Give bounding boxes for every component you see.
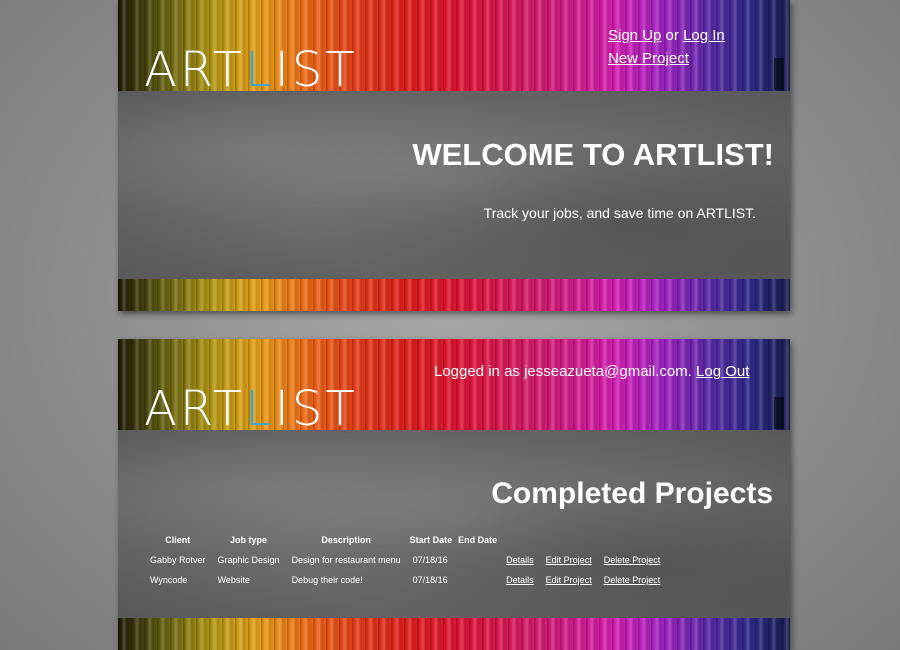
logo-text-start: ART <box>144 381 246 437</box>
projects-screen: ARTLIST Logged in as jesseazueta@gmail.c… <box>118 339 790 650</box>
logo-text-end: IST <box>274 42 358 98</box>
cell-client: Wyncode <box>150 575 188 585</box>
table-header-row: Client Job type Description Start Date E… <box>144 535 666 551</box>
logged-in-text: Logged in as jesseazueta@gmail.com. <box>434 363 692 380</box>
artlist-logo[interactable]: ARTLIST <box>144 46 358 94</box>
cell-client: Gabby Rotver <box>150 555 206 565</box>
cell-job-type: Website <box>217 575 250 585</box>
logout-link[interactable]: Log Out <box>696 363 749 380</box>
column-header-start-date: Start Date <box>409 535 453 545</box>
cell-end-date <box>455 551 500 571</box>
edit-project-link[interactable]: Edit Project <box>546 575 592 585</box>
login-link[interactable]: Log In <box>683 27 725 44</box>
banner-credit-tag <box>774 397 784 429</box>
footer-banner <box>118 618 790 650</box>
page-title: Completed Projects <box>491 477 773 510</box>
column-header-description: Description <box>321 535 371 545</box>
details-link[interactable]: Details <box>506 575 534 585</box>
column-header-client: Client <box>165 535 191 545</box>
delete-project-link[interactable]: Delete Project <box>604 575 661 585</box>
new-project-link[interactable]: New Project <box>608 50 689 67</box>
projects-table: Client Job type Description Start Date E… <box>144 535 666 591</box>
guest-nav: Sign Up or Log In New Project <box>608 24 725 70</box>
cell-end-date <box>455 571 500 591</box>
edit-project-link[interactable]: Edit Project <box>546 555 592 565</box>
welcome-heading: WELCOME TO ARTLIST! <box>412 137 774 172</box>
column-header-end-date: End Date <box>458 535 498 545</box>
cell-start-date: 07/18/16 <box>412 555 448 565</box>
table-row: Gabby Rotver Graphic Design Design for r… <box>144 551 666 571</box>
logo-accent-letter: L <box>245 42 275 98</box>
cell-description: Design for restaurant menu <box>291 555 401 565</box>
logo-accent-letter: L <box>245 381 275 437</box>
landing-screen: ARTLIST Sign Up or Log In New Project WE… <box>118 0 790 311</box>
logo-text-start: ART <box>144 42 246 98</box>
cell-start-date: 07/18/16 <box>412 575 448 585</box>
delete-project-link[interactable]: Delete Project <box>604 555 661 565</box>
user-nav: Logged in as jesseazueta@gmail.com. Log … <box>434 363 749 380</box>
column-header-job-type: Job type <box>230 535 268 545</box>
footer-banner <box>118 279 790 311</box>
cell-description: Debug their code! <box>291 575 363 585</box>
welcome-subtitle: Track your jobs, and save time on ARTLIS… <box>483 205 756 221</box>
details-link[interactable]: Details <box>506 555 534 565</box>
logo-text-end: IST <box>274 381 358 437</box>
banner-credit-tag <box>774 58 784 90</box>
artlist-logo[interactable]: ARTLIST <box>144 385 358 433</box>
table-row: Wyncode Website Debug their code! 07/18/… <box>144 571 666 591</box>
cell-job-type: Graphic Design <box>217 555 280 565</box>
signup-link[interactable]: Sign Up <box>608 27 661 44</box>
hero-panel <box>118 91 790 279</box>
or-text: or <box>665 27 679 44</box>
